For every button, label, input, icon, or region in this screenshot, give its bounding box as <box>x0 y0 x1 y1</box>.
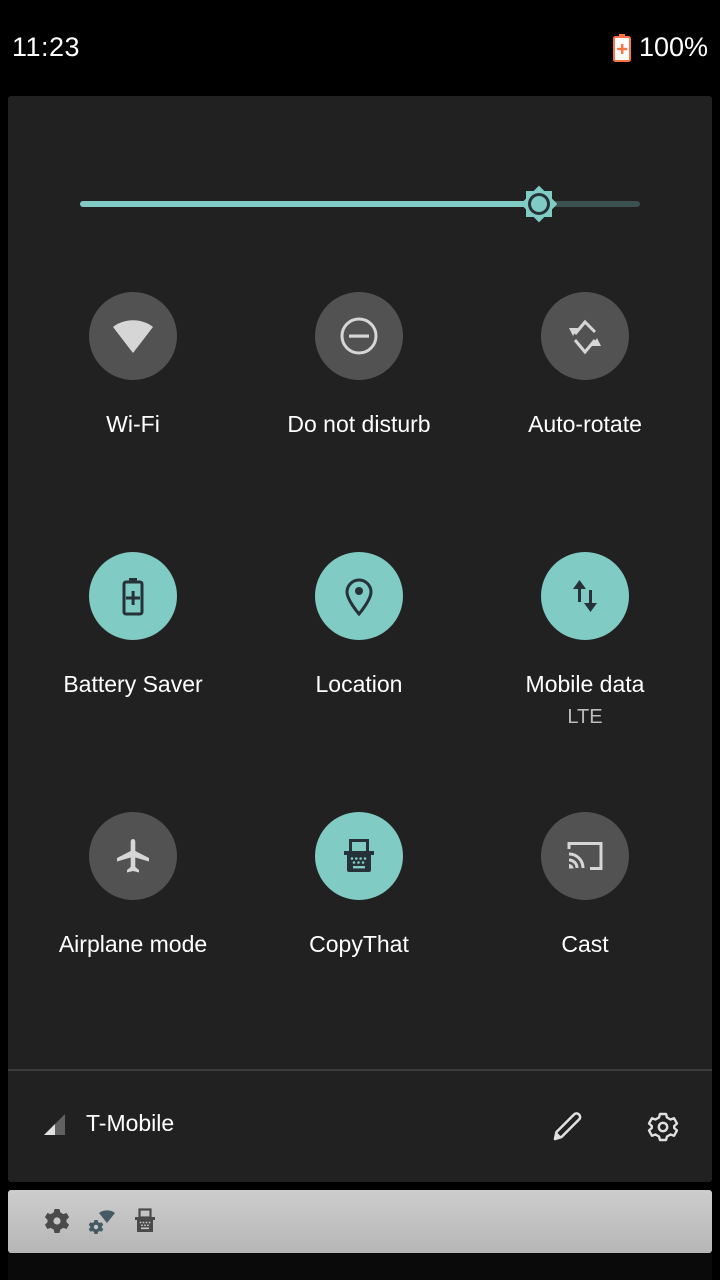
tile-mobile-data[interactable]: Mobile data LTE <box>472 552 698 729</box>
tile-label: Cast <box>561 931 609 957</box>
airplane-icon <box>117 839 149 873</box>
brightness-icon[interactable] <box>517 182 561 226</box>
tile-label: Airplane mode <box>58 931 208 957</box>
tile-battery-saver-circle[interactable] <box>89 552 177 640</box>
notification-icons-strip[interactable] <box>8 1190 712 1253</box>
battery-status: 100% <box>612 32 708 63</box>
tile-dnd-circle[interactable] <box>315 292 403 380</box>
tile-label: CopyThat <box>309 931 409 957</box>
quick-settings-panel: Wi-Fi Do not disturb Auto-rotate Battery… <box>8 96 712 1182</box>
location-pin-icon <box>345 578 373 617</box>
gear-icon[interactable] <box>644 1108 682 1146</box>
tile-location-circle[interactable] <box>315 552 403 640</box>
tile-label: Battery Saver <box>63 671 203 697</box>
do-not-disturb-icon <box>340 317 378 355</box>
tile-auto-rotate[interactable]: Auto-rotate <box>472 292 698 438</box>
background-app-content <box>8 1253 712 1280</box>
notification-icons <box>42 1206 160 1236</box>
clock: 11:23 <box>12 32 81 62</box>
tile-wifi[interactable]: Wi-Fi <box>20 292 246 438</box>
tile-label: Wi-Fi <box>106 411 160 437</box>
status-bar: 11:23 100% <box>0 0 720 96</box>
carrier-name: T-Mobile <box>86 1110 175 1136</box>
cast-icon <box>567 842 603 870</box>
tile-cast[interactable]: Cast <box>472 812 698 958</box>
panel-footer: T-Mobile <box>8 1096 712 1156</box>
wifi-settings-icon <box>88 1210 115 1234</box>
divider <box>8 1069 712 1071</box>
brightness-fill <box>80 201 540 207</box>
wifi-icon <box>113 320 153 353</box>
typewriter-icon <box>135 1208 155 1232</box>
tile-sublabel: LTE <box>567 706 603 728</box>
tile-copythat-circle[interactable] <box>315 812 403 900</box>
pencil-icon[interactable] <box>548 1108 586 1146</box>
auto-rotate-icon <box>569 319 601 355</box>
tile-airplane-circle[interactable] <box>89 812 177 900</box>
tile-cast-circle[interactable] <box>541 812 629 900</box>
tile-label: Do not disturb <box>287 411 431 437</box>
tile-do-not-disturb[interactable]: Do not disturb <box>246 292 472 438</box>
tile-copythat[interactable]: CopyThat <box>246 812 472 958</box>
tile-label: Auto-rotate <box>528 411 642 437</box>
tile-battery-saver[interactable]: Battery Saver <box>20 552 246 698</box>
battery-saver-icon <box>122 578 144 616</box>
tile-auto-rotate-circle[interactable] <box>541 292 629 380</box>
carrier-info[interactable]: T-Mobile <box>42 1110 174 1137</box>
signal-icon <box>44 1113 65 1135</box>
battery-charging-icon <box>612 33 631 62</box>
mobile-data-icon <box>573 580 597 612</box>
tile-wifi-circle[interactable] <box>89 292 177 380</box>
tile-mobile-data-circle[interactable] <box>541 552 629 640</box>
tile-label: Location <box>315 671 403 697</box>
battery-percent: 100% <box>638 32 708 62</box>
typewriter-icon <box>344 839 374 872</box>
tile-label: Mobile data <box>525 671 645 697</box>
tile-airplane-mode[interactable]: Airplane mode <box>20 812 246 958</box>
gear-icon <box>44 1209 70 1233</box>
tile-location[interactable]: Location <box>246 552 472 698</box>
